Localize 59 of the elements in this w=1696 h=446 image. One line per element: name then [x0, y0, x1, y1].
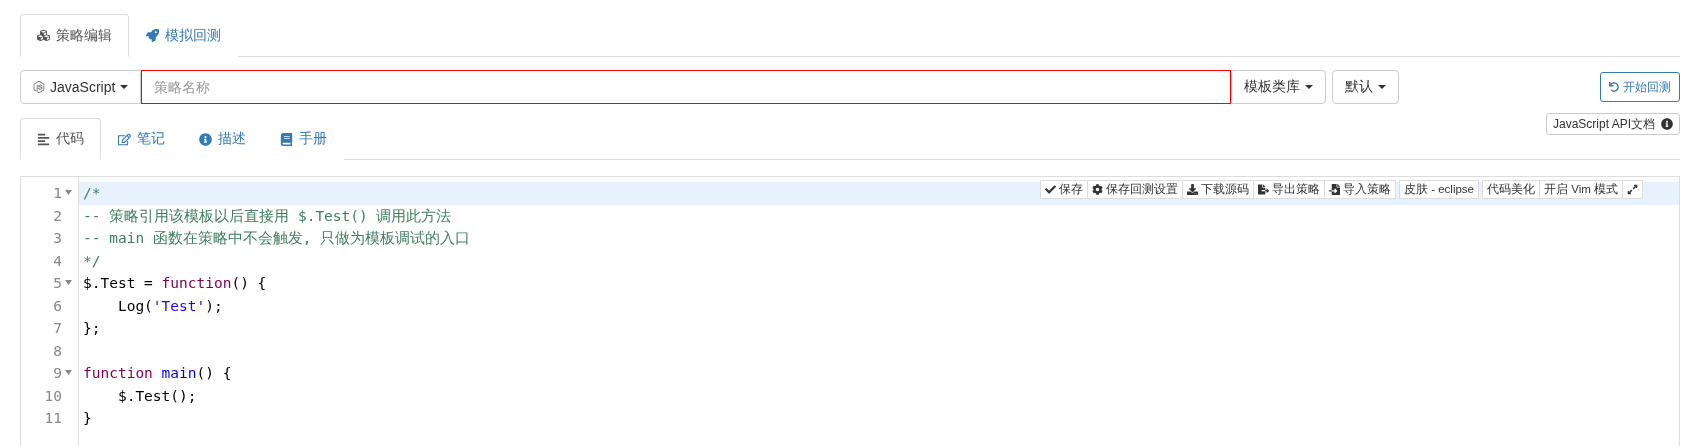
- fold-icon[interactable]: [65, 189, 72, 195]
- line-number: 7: [53, 319, 62, 338]
- edit-icon: [118, 132, 131, 146]
- api-docs-button[interactable]: JavaScript API文档: [1545, 113, 1680, 135]
- import-icon: [1328, 184, 1340, 195]
- code-line: };: [83, 320, 101, 336]
- tab[interactable]: 代码: [20, 118, 101, 160]
- code-line: -- main 函数在策略中不会触发, 只做为模板调试的入口: [83, 230, 471, 246]
- code-line: Log('Test');: [116, 297, 223, 314]
- editor-tool-button[interactable]: 保存: [1039, 180, 1088, 199]
- lines-icon: [37, 132, 50, 146]
- line-number: 2: [53, 206, 62, 226]
- hexagon-icon: [33, 81, 45, 93]
- caret-icon: [1305, 85, 1314, 89]
- undo-icon: [1609, 82, 1619, 92]
- rocket-icon: [146, 29, 159, 42]
- code-line: $.Test();: [116, 387, 197, 404]
- language-dropdown[interactable]: JavaScript: [20, 70, 142, 104]
- code-line: function main() {: [83, 365, 232, 381]
- tab[interactable]: 策略编辑: [20, 14, 129, 57]
- code-line: $.Test = function() {: [83, 275, 267, 291]
- line-number: 10: [44, 386, 62, 406]
- line-number: 9: [53, 364, 62, 383]
- expand-icon: [1627, 184, 1638, 195]
- code-line: */: [83, 252, 101, 269]
- fold-icon[interactable]: [65, 369, 72, 375]
- info-icon: [199, 132, 212, 146]
- editor-tool-button[interactable]: 代码美化: [1482, 180, 1540, 199]
- editor-tool-button[interactable]: 开启 Vim 模式: [1539, 180, 1623, 199]
- start-backtest-button[interactable]: 开始回测: [1600, 72, 1680, 102]
- gear-icon: [1091, 184, 1103, 195]
- code-line: }: [83, 410, 92, 426]
- code-line: /*: [83, 185, 101, 201]
- caret-icon: [1378, 85, 1387, 89]
- download-icon: [1186, 184, 1198, 195]
- book-icon: [280, 132, 293, 146]
- editor-tool-button[interactable]: 保存回测设置: [1086, 180, 1183, 199]
- name-field[interactable]: 策略名称: [141, 70, 1232, 104]
- fold-icon[interactable]: [65, 279, 72, 285]
- line-number: 11: [44, 409, 62, 428]
- line-number: 8: [53, 341, 62, 361]
- default-dropdown[interactable]: 默认: [1332, 70, 1400, 104]
- caret-icon: [120, 85, 129, 89]
- cubes-icon: [37, 29, 50, 42]
- editor-tool-button[interactable]: 导出策略: [1252, 180, 1325, 199]
- line-number: 4: [53, 251, 62, 271]
- check-icon: [1044, 184, 1056, 195]
- editor-tool-button[interactable]: 皮肤 - eclipse: [1398, 180, 1479, 199]
- export-icon: [1257, 184, 1269, 195]
- info-icon: [1661, 118, 1673, 130]
- code-line: -- 策略引用该模板以后直接用 $.Test() 调用此方法: [83, 207, 452, 224]
- editor-tool-button[interactable]: 导入策略: [1323, 180, 1396, 199]
- line-number: 1: [53, 184, 62, 203]
- template-dropdown[interactable]: 模板类库: [1231, 70, 1327, 104]
- line-number: 5: [53, 274, 62, 293]
- line-number: 3: [53, 229, 62, 248]
- expand-button[interactable]: [1622, 180, 1643, 199]
- editor-tool-button[interactable]: 下载源码: [1181, 180, 1254, 199]
- line-number: 6: [53, 296, 62, 316]
